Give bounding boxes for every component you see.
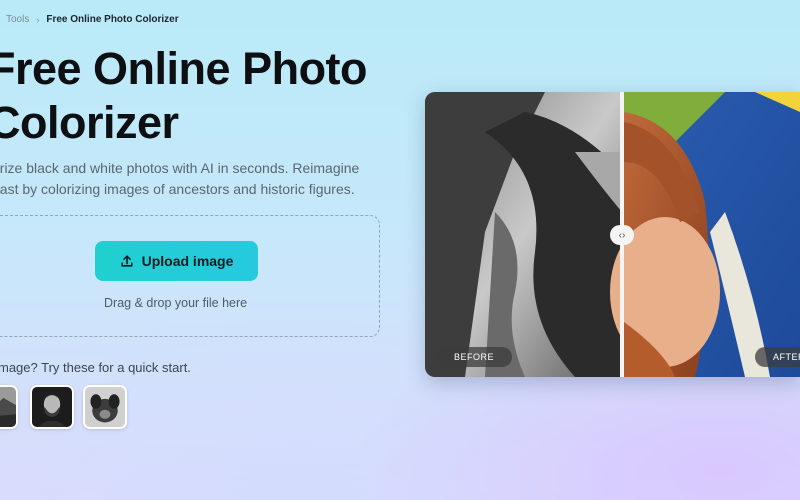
- upload-button-label: Upload image: [141, 253, 234, 269]
- breadcrumb-tools[interactable]: Tools: [6, 14, 29, 25]
- breadcrumb-separator: ›: [36, 14, 40, 25]
- drag-arrows-icon: ‹›: [618, 229, 626, 241]
- page-subtitle: orize black and white photos with AI in …: [0, 158, 392, 200]
- page-title-line-1: Free Online Photo: [0, 43, 368, 94]
- sample-thumbnail-dog[interactable]: [83, 385, 127, 429]
- subtitle-line-1: orize black and white photos with AI in …: [0, 160, 360, 176]
- sample-prompt-text: mage? Try these for a quick start.: [0, 360, 191, 375]
- before-label: BEFORE: [436, 347, 513, 367]
- before-after-comparison[interactable]: ‹› BEFORE AFTER: [425, 92, 800, 377]
- subtitle-line-2: past by colorizing images of ancestors a…: [0, 181, 355, 197]
- breadcrumb-current: Free Online Photo Colorizer: [46, 14, 179, 25]
- after-label: AFTER: [755, 347, 800, 367]
- sample-thumbnail-landscape[interactable]: [0, 385, 18, 429]
- page-title: Free Online Photo Colorizer: [0, 42, 408, 150]
- upload-icon: [120, 255, 133, 267]
- breadcrumb: › Tools › Free Online Photo Colorizer: [0, 14, 179, 25]
- page-title-line-2: Colorizer: [0, 97, 179, 148]
- comparison-slider-handle[interactable]: ‹›: [610, 225, 634, 245]
- sample-thumbnail-man-portrait[interactable]: [30, 385, 74, 429]
- drag-drop-text: Drag & drop your file here: [104, 296, 248, 310]
- upload-image-button[interactable]: Upload image: [95, 241, 258, 281]
